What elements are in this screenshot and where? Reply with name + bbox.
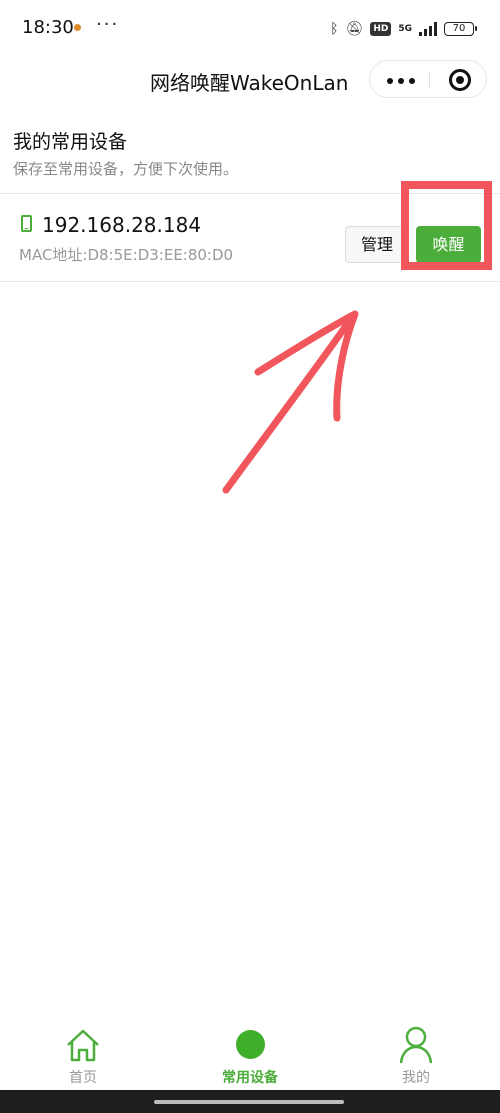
user-icon (399, 1026, 433, 1064)
tab-mine-label: 我的 (402, 1070, 430, 1086)
tab-devices[interactable]: 常用设备 (190, 1022, 310, 1090)
tab-home-label: 首页 (69, 1070, 97, 1086)
tab-devices-label: 常用设备 (222, 1070, 278, 1086)
tab-home[interactable]: 首页 (23, 1022, 143, 1090)
tab-bar: 首页 常用设备 我的 (0, 1022, 500, 1090)
home-indicator[interactable] (154, 1100, 344, 1104)
tab-mine[interactable]: 我的 (356, 1022, 476, 1090)
home-icon (67, 1029, 99, 1062)
annotation-arrow-icon (222, 310, 359, 494)
circle-icon (236, 1030, 265, 1059)
system-gesture-area (0, 1090, 500, 1113)
